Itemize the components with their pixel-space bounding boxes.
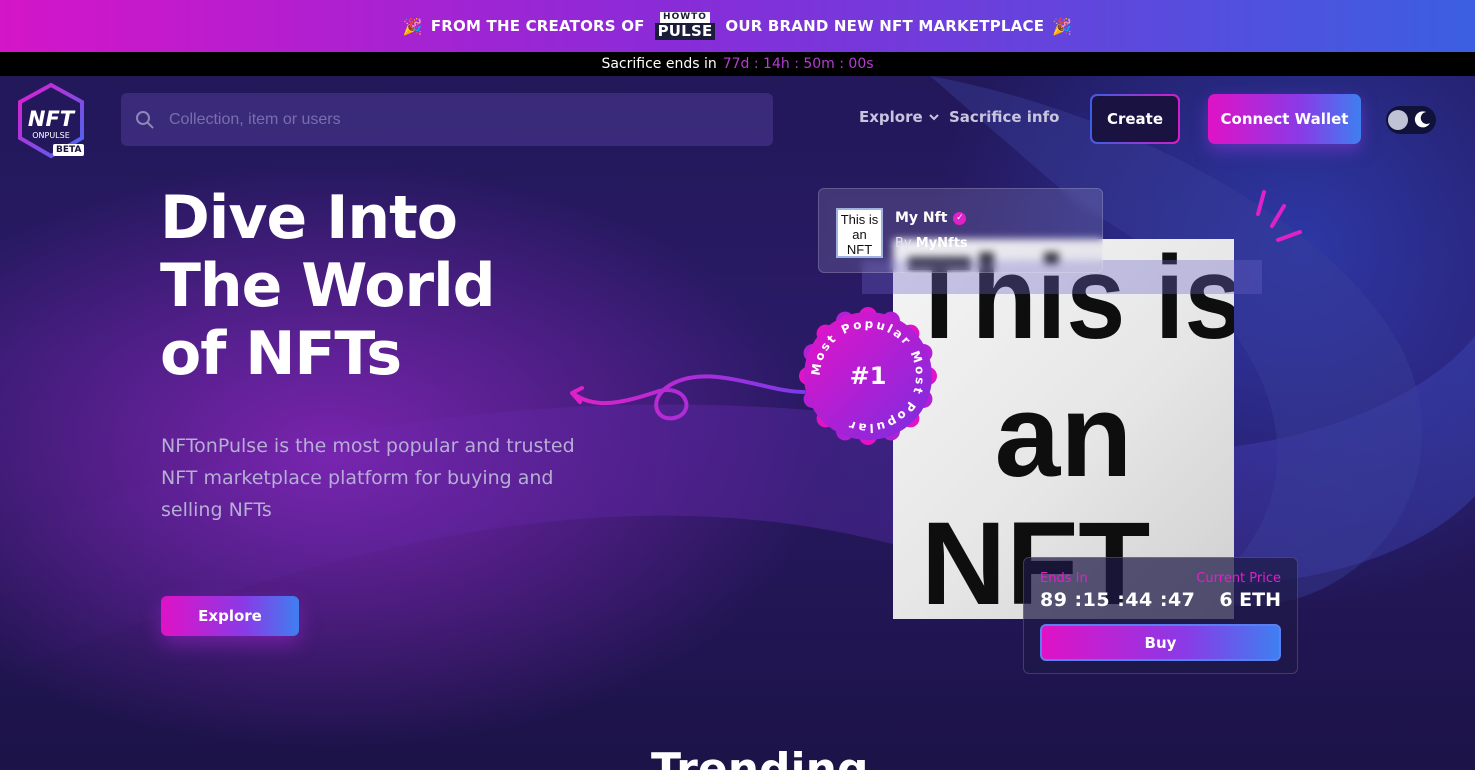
explore-button[interactable]: Explore [161, 596, 299, 636]
sparkle-lines-icon [1256, 190, 1302, 242]
nft-thumbnail: This is an NFT [836, 208, 883, 258]
trending-heading: Trending [651, 748, 868, 770]
search-icon [136, 110, 154, 129]
most-popular-badge: Most Popular Most Popular #1 [799, 307, 937, 445]
search-input[interactable] [169, 110, 729, 129]
hero-headline: Dive Into The World of NFTs [160, 184, 580, 388]
connect-wallet-button[interactable]: Connect Wallet [1208, 94, 1361, 144]
verified-check-icon: ✓ [953, 211, 967, 225]
toggle-knob [1388, 110, 1408, 130]
auction-card: Ends In Current Price 89 :15 :44 :47 6 E… [1023, 557, 1298, 674]
create-button[interactable]: Create [1090, 94, 1180, 144]
nft-name-row: My Nft ✓ [895, 210, 967, 226]
creator-card[interactable]: This is an NFT My Nft ✓ By MyNfts [818, 188, 1103, 273]
beta-badge: BETA [53, 144, 85, 156]
headline-line-1: Dive Into [160, 183, 458, 253]
ends-in-label: Ends In [1040, 571, 1088, 586]
search-bar[interactable] [121, 93, 773, 146]
countdown-timer: 77d : 14h : 50m : 00s [722, 56, 874, 72]
nft-name: My Nft [895, 210, 948, 226]
svg-text:NFT: NFT [28, 107, 76, 131]
promo-text-after: OUR BRAND NEW NFT MARKETPLACE [725, 17, 1045, 35]
sacrifice-countdown-bar: Sacrifice ends in 77d : 14h : 50m : 00s [0, 52, 1475, 76]
headline-line-2: The World [160, 251, 496, 321]
svg-text:#1: #1 [850, 362, 887, 390]
nav-explore-label: Explore [859, 108, 923, 126]
current-price-label: Current Price [1196, 571, 1281, 586]
headline-line-3: of NFTs [160, 319, 402, 389]
art-text-line-2: an [994, 370, 1133, 502]
party-popper-icon: 🎉 [402, 16, 423, 36]
moon-icon [1414, 111, 1430, 128]
hero-description: NFTonPulse is the most popular and trust… [161, 435, 575, 521]
ends-in-value: 89 :15 :44 :47 [1040, 589, 1196, 611]
promo-banner: 🎉 FROM THE CREATORS OF HOWTO PULSE OUR B… [0, 0, 1475, 52]
svg-text:ONPULSE: ONPULSE [32, 131, 70, 140]
howtopulse-logo[interactable]: HOWTO PULSE [654, 12, 716, 40]
creator-name[interactable]: MyNfts [916, 236, 968, 251]
nav-explore-dropdown[interactable]: Explore [859, 108, 939, 126]
theme-toggle[interactable] [1386, 106, 1436, 134]
squiggle-arrow-icon [570, 374, 806, 421]
buy-button[interactable]: Buy [1040, 624, 1281, 661]
chevron-down-icon [928, 113, 939, 120]
by-label: By [895, 236, 912, 251]
current-price-value: 6 ETH [1219, 589, 1281, 611]
creator-line: By MyNfts [895, 236, 968, 251]
countdown-label: Sacrifice ends in [601, 56, 717, 72]
party-popper-icon: 🎉 [1052, 16, 1073, 36]
nav-sacrifice-info[interactable]: Sacrifice info [949, 108, 1059, 126]
brand-logo-big: PULSE [654, 23, 716, 40]
promo-text-before: FROM THE CREATORS OF [430, 17, 645, 35]
